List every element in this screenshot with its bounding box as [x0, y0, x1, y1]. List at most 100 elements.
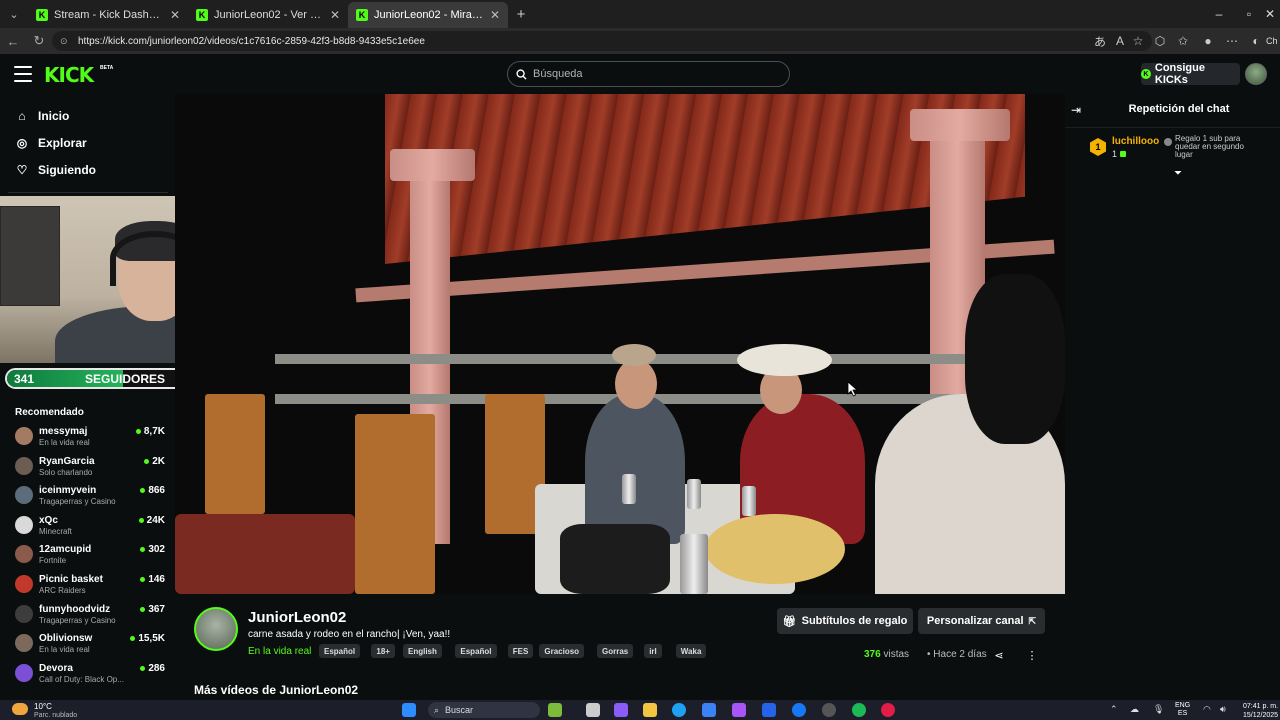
favorites-icon[interactable]: ✩: [1173, 31, 1193, 51]
recommended-channel[interactable]: Oblivionsw En la vida real 15,5K: [15, 631, 165, 657]
recommended-channel[interactable]: xQc Minecraft 24K: [15, 513, 165, 539]
task-view-icon[interactable]: [586, 703, 600, 717]
sidebar-item-siguiendo[interactable]: ♡ Siguiendo: [15, 163, 96, 177]
category-link[interactable]: En la vida real: [248, 646, 311, 657]
recommended-channel[interactable]: Picnic basket ARC Raiders 146: [15, 572, 165, 598]
recommended-channel[interactable]: iceinmyvein Tragaperras y Casino 866: [15, 483, 165, 509]
file-explorer-icon[interactable]: [643, 703, 657, 717]
browser-tab[interactable]: K JuniorLeon02 - Ver clips en Kick ✕: [188, 2, 348, 28]
close-tab-icon[interactable]: ✕: [330, 8, 340, 22]
tab-list-icon[interactable]: ⌄: [0, 0, 28, 28]
channel-avatar: [15, 456, 33, 475]
channel-name[interactable]: JuniorLeon02: [248, 609, 346, 626]
channel-category: Solo charlando: [39, 467, 93, 477]
tag-chip[interactable]: FES: [507, 644, 534, 658]
recommended-channel[interactable]: Devora Call of Duty: Black Op... 286: [15, 661, 165, 687]
recommended-channel[interactable]: RyanGarcia Solo charlando 2K: [15, 454, 165, 480]
taskbar-search[interactable]: ⌕ Buscar: [428, 702, 540, 718]
profile-icon[interactable]: ●: [1198, 31, 1218, 51]
close-tab-icon[interactable]: ✕: [490, 8, 500, 22]
copilot-app-icon[interactable]: [614, 703, 628, 717]
tag-chip[interactable]: irl: [644, 644, 662, 658]
video-pillar-capital: [910, 109, 1010, 141]
site-info-icon[interactable]: ⊙: [60, 36, 72, 47]
tag-chip[interactable]: 18+: [371, 644, 395, 658]
home-icon: ⌂: [18, 109, 26, 123]
edge-icon[interactable]: [672, 703, 686, 717]
live-dot-icon: [138, 517, 144, 523]
video-beer-can: [742, 486, 756, 516]
channel-avatar[interactable]: [194, 607, 238, 651]
clock[interactable]: 07:41 p. m. 15/12/2025: [1243, 702, 1278, 720]
followers-label: SEGUIDORES: [85, 372, 166, 386]
share-icon[interactable]: ⋖: [992, 648, 1006, 662]
language-indicator[interactable]: ENG ES: [1175, 702, 1190, 718]
app-icon[interactable]: [881, 703, 895, 717]
browser-tab[interactable]: K Stream - Kick Dashboard ✕: [28, 2, 188, 28]
tag-chip[interactable]: Español: [455, 644, 497, 658]
recommended-channel[interactable]: funnyhoodvidz Tragaperras y Casino 367: [15, 602, 165, 628]
sidebar-item-inicio[interactable]: ⌂ Inicio: [15, 109, 69, 123]
close-tab-icon[interactable]: ✕: [170, 8, 180, 22]
sidebar-item-explorar[interactable]: ◎ Explorar: [15, 136, 87, 150]
spotify-icon[interactable]: [852, 703, 866, 717]
back-icon[interactable]: ←: [0, 28, 26, 54]
site-header: KICK BETA K Consigue KICKs: [0, 54, 1280, 94]
tray-app-icon[interactable]: ☁: [1130, 704, 1139, 715]
settings-icon[interactable]: [822, 703, 836, 717]
copilot-icon[interactable]: ◐: [1246, 31, 1266, 51]
start-icon[interactable]: [402, 703, 416, 717]
video-player[interactable]: [175, 94, 1065, 594]
widget-icon[interactable]: [548, 703, 562, 717]
search-input[interactable]: [533, 68, 773, 80]
sidebar-item-label: Inicio: [38, 109, 70, 123]
favorite-star-icon[interactable]: ☆: [1128, 31, 1148, 51]
browser-tab-active[interactable]: K JuniorLeon02 - Mira el VOD de ✕: [348, 2, 508, 28]
gift-subs-button[interactable]: 🎁︎ Subtítulos de regalo: [777, 608, 913, 634]
channel-avatar: [15, 427, 33, 445]
tag-chip[interactable]: Español: [319, 644, 361, 658]
microphone-icon[interactable]: 🎙︎: [1153, 704, 1164, 715]
user-avatar[interactable]: [1245, 63, 1267, 85]
channel-name: Oblivionsw: [39, 633, 93, 645]
get-kicks-button[interactable]: K Consigue KICKs: [1141, 62, 1240, 86]
store-icon[interactable]: [702, 703, 716, 717]
customize-channel-button[interactable]: Personalizar canal ⇱: [918, 608, 1045, 634]
viewer-count: 8,7K: [135, 426, 165, 437]
more-options-icon[interactable]: ⋮: [1025, 648, 1039, 662]
channel-name: Devora: [39, 662, 73, 674]
app-icon[interactable]: [732, 703, 746, 717]
gifter-count-value: 1: [1112, 149, 1118, 159]
kick-logo[interactable]: KICK: [44, 63, 94, 87]
tag-chip[interactable]: Gorras: [597, 644, 634, 658]
minimize-icon[interactable]: –: [1204, 0, 1234, 28]
more-options-icon[interactable]: ⋯: [1222, 31, 1242, 51]
facebook-icon[interactable]: [792, 703, 806, 717]
recommended-channel[interactable]: messymaj En la vida real 8,7K: [15, 424, 165, 450]
weather-icon[interactable]: [12, 703, 28, 715]
read-aloud-icon[interactable]: A: [1110, 31, 1130, 51]
extensions-icon[interactable]: ⬡: [1150, 31, 1170, 51]
search-box[interactable]: [507, 61, 790, 87]
webcam-dresser: [0, 206, 60, 306]
followers-current: 341: [14, 372, 35, 386]
close-window-icon[interactable]: ✕: [1260, 0, 1280, 28]
channel-avatar: [15, 575, 33, 593]
new-tab-button[interactable]: +: [508, 1, 534, 27]
address-bar[interactable]: ⊙ https://kick.com/juniorleon02/videos/c…: [52, 31, 1152, 51]
clock-date: 15/12/2025: [1243, 712, 1279, 719]
language-code: ENG: [1175, 702, 1191, 709]
translate-icon[interactable]: あ: [1090, 31, 1110, 51]
tray-chevron-icon[interactable]: ⌃: [1110, 704, 1118, 715]
tag-chip[interactable]: English: [403, 644, 442, 658]
chat-filter-icon[interactable]: ⏷: [1174, 168, 1182, 179]
recommended-channel[interactable]: 12amcupid Fortnite 302: [15, 542, 165, 568]
mail-icon[interactable]: [762, 703, 776, 717]
gifter-name[interactable]: luchillooo: [1112, 136, 1159, 147]
reload-icon[interactable]: ↻: [26, 28, 52, 54]
volume-icon[interactable]: 🔊︎: [1220, 704, 1226, 715]
wifi-icon[interactable]: ◠: [1203, 704, 1211, 715]
tag-chip[interactable]: Waka: [675, 644, 707, 658]
tag-chip[interactable]: Gracioso: [539, 644, 585, 658]
menu-icon[interactable]: [14, 66, 32, 82]
